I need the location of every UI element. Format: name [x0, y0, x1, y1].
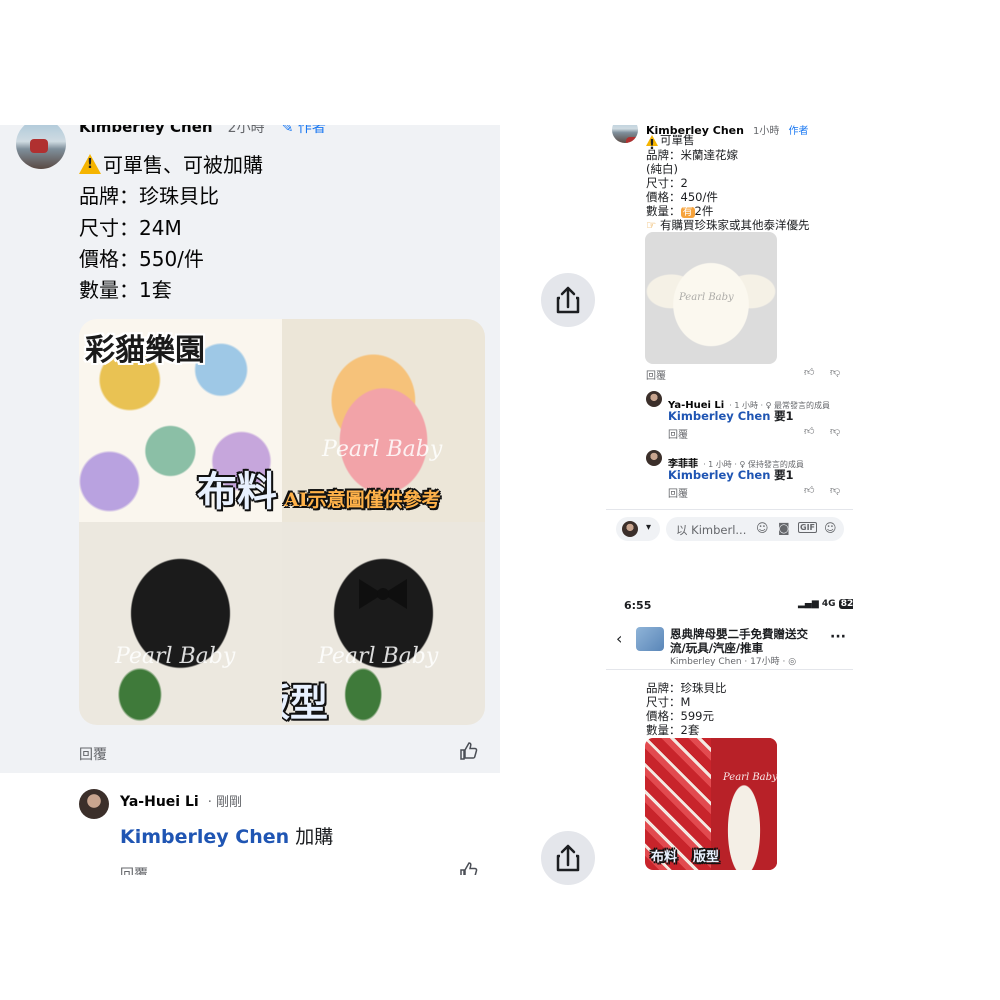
share-button[interactable]: [541, 273, 595, 327]
comment-header: Ya-Huei Li · 剛剛: [120, 791, 242, 810]
post-line-1: 可單售、可被加購: [79, 149, 263, 178]
post-line-4: 價格：550/件: [79, 247, 204, 271]
fabric-label: 布料: [197, 468, 277, 515]
profile-switcher[interactable]: ▾: [616, 517, 660, 541]
reply-button[interactable]: 回覆: [668, 426, 688, 441]
watermark: Pearl Baby: [115, 644, 236, 669]
share-icon: [556, 844, 580, 872]
product-photo-white-top[interactable]: Pearl Baby: [645, 232, 777, 364]
mention-link[interactable]: Kimberley Chen: [668, 409, 770, 423]
post-line-4: 數量：2套: [646, 723, 700, 737]
comment-body: Kimberley Chen 要1: [668, 467, 794, 483]
post-line-3: 尺寸：24M: [79, 216, 182, 240]
author-avatar[interactable]: [612, 125, 638, 143]
post-time: 1小時: [753, 126, 780, 137]
composer-avatar: [622, 521, 638, 537]
author-badge: ✎ 作者: [281, 125, 326, 136]
like-icon[interactable]: [459, 861, 479, 875]
status-indicators: ▂▄▆ 4G 82: [798, 599, 853, 609]
pattern-label: 版型: [282, 680, 329, 725]
status-time: 6:55: [624, 599, 652, 612]
author-badge: 作者: [788, 126, 809, 137]
mention-link[interactable]: Kimberley Chen: [668, 468, 770, 482]
share-button[interactable]: [541, 831, 595, 885]
like-icon[interactable]: 👍︎: [804, 425, 814, 437]
watermark: Pearl Baby: [723, 772, 777, 783]
comment-input[interactable]: 以 Kimberl... ☺ ◙ GIF ☺: [666, 517, 844, 541]
divider: [606, 509, 853, 510]
product-photo-red[interactable]: Pearl Baby 布料 版型: [645, 738, 777, 870]
watermark: Pearl Baby: [322, 437, 443, 462]
bow-icon: [359, 579, 407, 609]
chevron-down-icon: ▾: [646, 522, 652, 533]
more-icon[interactable]: ···: [830, 629, 846, 645]
share-icon: [556, 286, 580, 314]
commenter-name[interactable]: Ya-Huei Li: [120, 794, 199, 810]
dislike-icon[interactable]: 👎︎: [830, 366, 840, 378]
group-meta: Kimberley Chen · 17小時 · ◎: [670, 657, 797, 667]
post-line-1: 可單售: [646, 132, 695, 153]
reply-button[interactable]: 回覆: [668, 485, 688, 500]
watermark: Pearl Baby: [318, 644, 439, 669]
reply-button[interactable]: 回覆: [646, 367, 666, 382]
author-name[interactable]: Kimberley Chen: [79, 125, 213, 136]
commenter-avatar[interactable]: [79, 789, 109, 819]
like-icon[interactable]: 👍︎: [804, 366, 814, 378]
back-arrow-icon[interactable]: ‹: [616, 629, 622, 648]
sticker-icon[interactable]: ☺: [756, 521, 769, 535]
group-avatar[interactable]: [636, 627, 664, 651]
dislike-icon[interactable]: 👎︎: [830, 425, 840, 437]
post-time: 2小時: [227, 125, 265, 136]
right-bottom-screenshot: 6:55 ▂▄▆ 4G 82 ‹ 恩典牌母嬰二手免費贈送交 流/玩具/汽座/推車…: [606, 595, 853, 875]
watermark: Pearl Baby: [679, 292, 734, 303]
comment-body: Kimberley Chen 加購: [120, 822, 333, 849]
signal-icon: ▂▄▆: [798, 599, 819, 609]
battery-badge: 82: [838, 599, 853, 609]
post-line-7: ☞ 有購買珍珠家或其他泰洋優先: [646, 218, 810, 232]
right-top-screenshot: Kimberley Chen 1小時 作者 可單售 品牌：米蘭達花嫁 (純白) …: [606, 125, 853, 545]
post-line-5: 數量：1套: [79, 278, 172, 302]
camera-icon[interactable]: ◙: [778, 521, 790, 535]
ai-note: AI示意圖僅供參考: [284, 489, 441, 511]
fabric-name-label: 彩貓樂園: [85, 333, 205, 368]
post-line-2: 品牌：珍珠貝比: [79, 184, 219, 208]
left-comment-thread: Kimberley Chen 2小時 ✎ 作者 可單售、可被加購 品牌：珍珠貝比…: [0, 125, 500, 875]
dislike-icon[interactable]: 👎︎: [830, 484, 840, 496]
dress-photo-floral: Pearl Baby AI示意圖僅供參考: [282, 319, 485, 522]
comment-text: 要1: [774, 409, 794, 423]
comment-text: 要1: [774, 468, 794, 482]
comment-input-placeholder: 以 Kimberl...: [676, 523, 747, 537]
commenter-avatar[interactable]: [646, 450, 662, 466]
commenter-avatar[interactable]: [646, 391, 662, 407]
post-header: Kimberley Chen 2小時 ✎ 作者: [79, 125, 326, 137]
emoji-icon[interactable]: ☺: [824, 521, 837, 535]
warning-icon: [79, 154, 101, 174]
fabric-photo: 彩貓樂園 布料: [79, 319, 282, 522]
pattern-label: 版型: [693, 850, 720, 865]
reply-button[interactable]: 回覆: [79, 744, 107, 764]
reply-button[interactable]: 回覆: [120, 864, 148, 875]
gif-icon[interactable]: GIF: [798, 522, 818, 533]
dress-photo-bw-bow: Pearl Baby 版型: [282, 522, 485, 725]
comment-time: · 剛剛: [207, 795, 243, 810]
fabric-label: 布料: [651, 850, 678, 865]
divider: [606, 669, 853, 670]
comment-body: Kimberley Chen 要1: [668, 408, 794, 424]
dress-photo-red: [711, 738, 777, 870]
network-label: 4G: [821, 599, 836, 609]
like-icon[interactable]: [459, 741, 479, 761]
comment-text: 加購: [295, 826, 334, 848]
product-photo-collage[interactable]: 彩貓樂園 布料 Pearl Baby AI示意圖僅供參考 Pearl Baby …: [79, 319, 485, 725]
mention-link[interactable]: Kimberley Chen: [120, 826, 289, 848]
dress-photo-bw-front: Pearl Baby: [79, 522, 282, 725]
like-icon[interactable]: 👍︎: [804, 484, 814, 496]
pointing-hand-icon: ☞: [646, 218, 657, 232]
warning-icon: [646, 135, 658, 153]
